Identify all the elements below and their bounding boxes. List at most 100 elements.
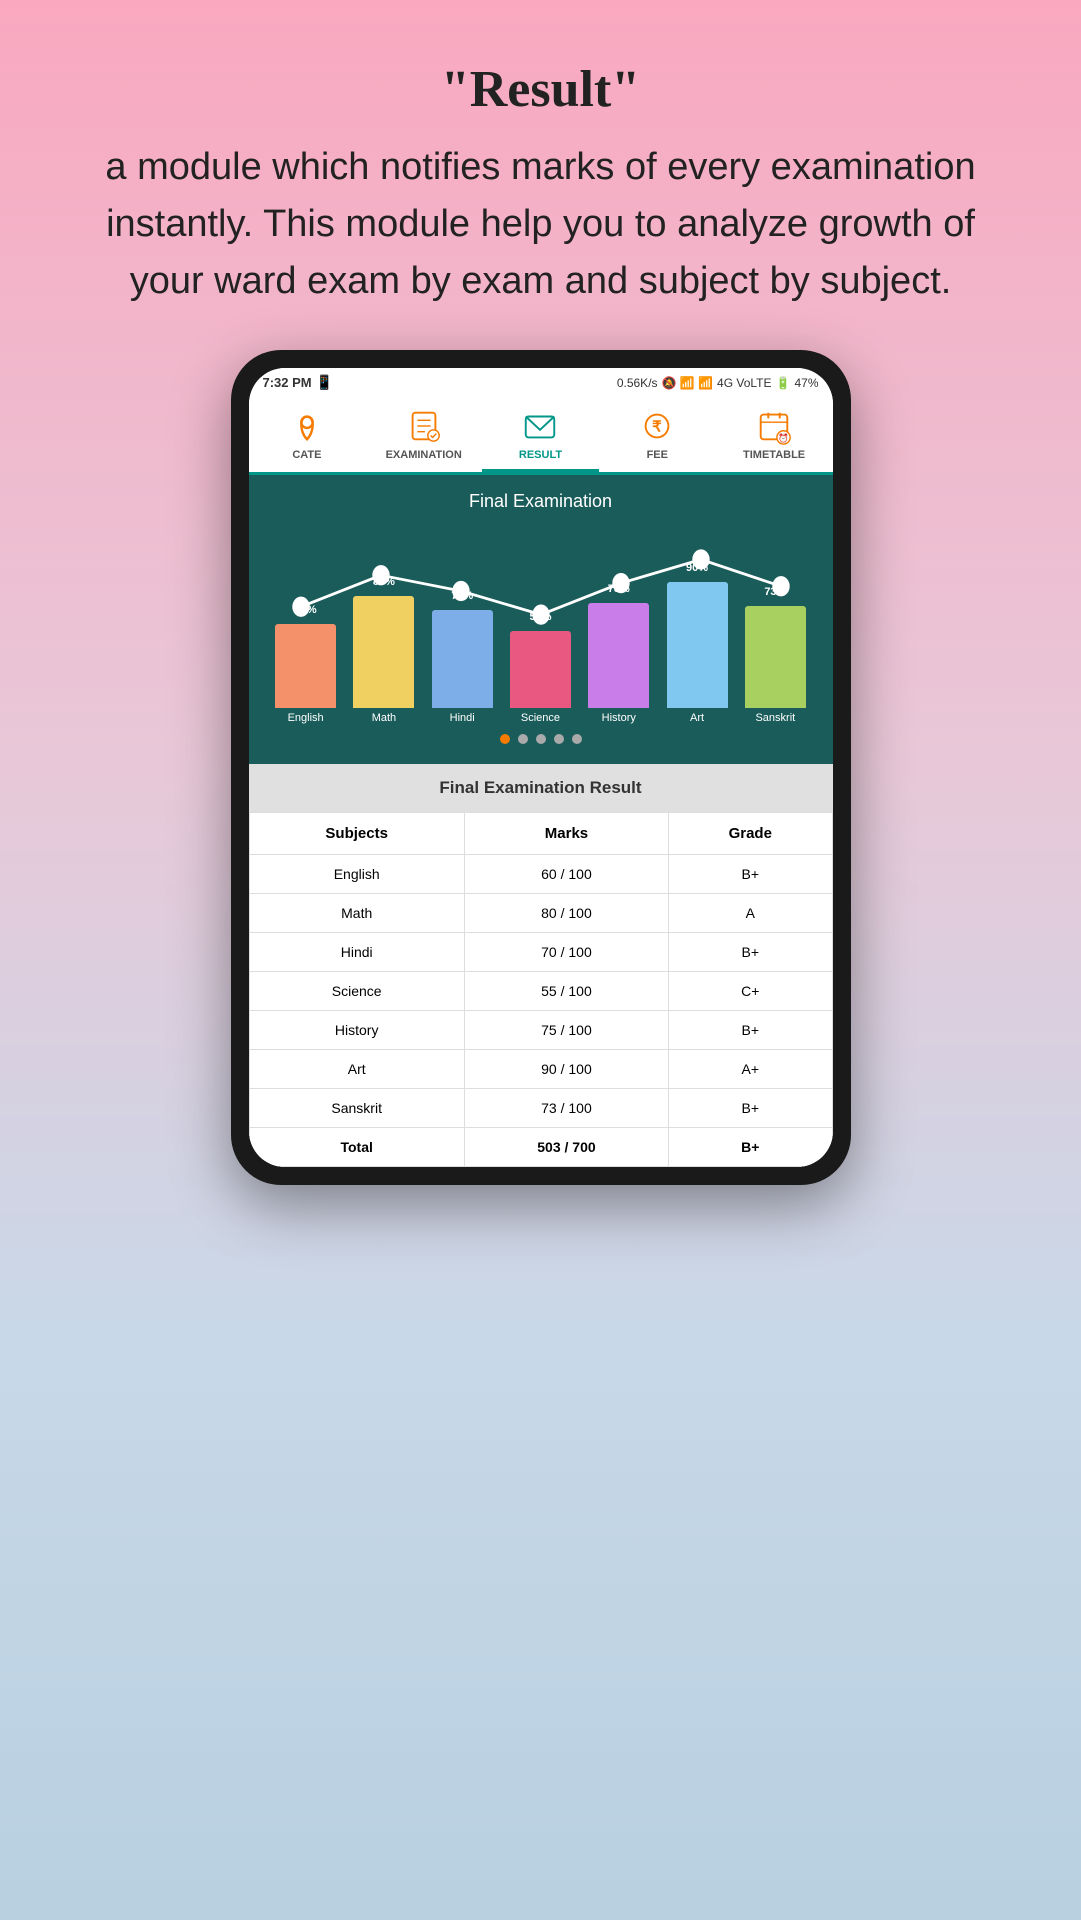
status-bar: 7:32 PM 📱 0.56K/s 🔕 📶 📶 4G VoLTE 🔋 47%: [249, 368, 833, 397]
bar-sanskrit: 73%: [738, 548, 812, 708]
table-cell-subject: Hindi: [249, 933, 464, 972]
bar-pct-history: 75%: [608, 583, 630, 595]
table-cell-grade: B+: [669, 1128, 832, 1167]
nav-item-cate[interactable]: CATE: [249, 397, 366, 472]
location-icon: [288, 407, 326, 445]
calendar-icon: ⏰: [755, 407, 793, 445]
table-cell-marks: 75 / 100: [464, 1011, 668, 1050]
nav-item-fee[interactable]: ₹ FEE: [599, 397, 716, 472]
table-cell-subject: Math: [249, 894, 464, 933]
dot-2[interactable]: [518, 734, 528, 744]
battery-pct: 47%: [794, 376, 818, 390]
bar-label-sanskrit: Sanskrit: [738, 712, 812, 724]
table-cell-grade: A+: [669, 1050, 832, 1089]
header-subtitle: a module which notifies marks of every e…: [80, 139, 1001, 310]
phone-screen: 7:32 PM 📱 0.56K/s 🔕 📶 📶 4G VoLTE 🔋 47% C…: [249, 368, 833, 1167]
bar-pct-art: 90%: [686, 562, 708, 574]
nav-label-cate: CATE: [292, 449, 321, 461]
table-row: Science55 / 100C+: [249, 972, 832, 1011]
bar-pct-math: 80%: [373, 576, 395, 588]
dot-1[interactable]: [500, 734, 510, 744]
bar-hindi: 70%: [425, 548, 499, 708]
table-row: Math80 / 100A: [249, 894, 832, 933]
rupee-icon: ₹: [638, 407, 676, 445]
col-header-subjects: Subjects: [249, 813, 464, 855]
svg-text:⏰: ⏰: [778, 432, 789, 443]
bar-rect-hindi: [432, 610, 493, 708]
bars-and-line: 60% 80% 70% 55% 75% 90% 73%: [261, 528, 821, 708]
status-icon: 📱: [316, 374, 333, 391]
table-cell-marks: 60 / 100: [464, 855, 668, 894]
bar-rect-history: [588, 603, 649, 708]
exam-icon: [405, 407, 443, 445]
nav-bar: CATE EXAMINATION R: [249, 397, 833, 475]
col-header-grade: Grade: [669, 813, 832, 855]
table-cell-marks: 73 / 100: [464, 1089, 668, 1128]
bar-label-art: Art: [660, 712, 734, 724]
table-cell-subject: Sanskrit: [249, 1089, 464, 1128]
bar-english: 60%: [269, 548, 343, 708]
bar-history: 75%: [582, 548, 656, 708]
bar-pct-science: 55%: [529, 611, 551, 623]
table-cell-grade: B+: [669, 1011, 832, 1050]
bar-pct-hindi: 70%: [451, 590, 473, 602]
nav-label-fee: FEE: [647, 449, 668, 461]
table-cell-grade: B+: [669, 855, 832, 894]
signal-icons: 🔕 📶 📶: [662, 376, 714, 390]
network-type: 4G VoLTE: [717, 376, 771, 390]
bar-rect-math: [353, 596, 414, 708]
table-cell-subject: Science: [249, 972, 464, 1011]
nav-label-result: RESULT: [519, 449, 562, 461]
network-speed: 0.56K/s: [617, 376, 658, 390]
table-cell-marks: 90 / 100: [464, 1050, 668, 1089]
col-header-marks: Marks: [464, 813, 668, 855]
table-cell-marks: 80 / 100: [464, 894, 668, 933]
dot-indicators: [261, 734, 821, 744]
chart-wrapper: 60%80%70%55%75%90%73% EnglishMathHindiSc…: [261, 528, 821, 724]
table-cell-grade: A: [669, 894, 832, 933]
bar-label-science: Science: [503, 712, 577, 724]
table-cell-subject: English: [249, 855, 464, 894]
table-cell-marks: 55 / 100: [464, 972, 668, 1011]
svg-text:₹: ₹: [652, 419, 662, 436]
table-row: Art90 / 100A+: [249, 1050, 832, 1089]
bar-science: 55%: [503, 548, 577, 708]
dot-4[interactable]: [554, 734, 564, 744]
bar-rect-art: [667, 582, 728, 708]
bar-art: 90%: [660, 548, 734, 708]
dot-5[interactable]: [572, 734, 582, 744]
nav-item-result[interactable]: RESULT: [482, 397, 599, 472]
table-cell-marks: 503 / 700: [464, 1128, 668, 1167]
nav-item-examination[interactable]: EXAMINATION: [365, 397, 482, 472]
table-cell-subject: Art: [249, 1050, 464, 1089]
table-row: Total503 / 700B+: [249, 1128, 832, 1167]
table-row: Sanskrit73 / 100B+: [249, 1089, 832, 1128]
mail-icon: [521, 407, 559, 445]
bar-label-hindi: Hindi: [425, 712, 499, 724]
bar-rect-english: [275, 624, 336, 708]
bar-label-math: Math: [347, 712, 421, 724]
header-section: "Result" a module which notifies marks o…: [0, 0, 1081, 340]
bar-pct-sanskrit: 73%: [764, 586, 786, 598]
table-row: Hindi70 / 100B+: [249, 933, 832, 972]
status-left: 7:32 PM 📱: [263, 374, 334, 391]
table-cell-subject: History: [249, 1011, 464, 1050]
table-row: English60 / 100B+: [249, 855, 832, 894]
nav-item-timetable[interactable]: ⏰ TIMETABLE: [716, 397, 833, 472]
status-right: 0.56K/s 🔕 📶 📶 4G VoLTE 🔋 47%: [617, 376, 819, 390]
bar-label-history: History: [582, 712, 656, 724]
result-header: Final Examination Result: [249, 764, 833, 812]
battery-icon: 🔋: [776, 376, 791, 390]
bars-row: 60% 80% 70% 55% 75% 90% 73%: [261, 548, 821, 708]
table-cell-marks: 70 / 100: [464, 933, 668, 972]
chart-section: Final Examination 60%80%70%55%75%90%73% …: [249, 475, 833, 764]
nav-label-timetable: TIMETABLE: [743, 449, 805, 461]
bar-rect-sanskrit: [745, 606, 806, 708]
header-title: "Result": [80, 60, 1001, 119]
table-cell-grade: B+: [669, 1089, 832, 1128]
chart-title: Final Examination: [261, 491, 821, 512]
dot-3[interactable]: [536, 734, 546, 744]
table-cell-grade: B+: [669, 933, 832, 972]
time-display: 7:32 PM: [263, 375, 312, 390]
phone-mockup: 7:32 PM 📱 0.56K/s 🔕 📶 📶 4G VoLTE 🔋 47% C…: [231, 350, 851, 1185]
